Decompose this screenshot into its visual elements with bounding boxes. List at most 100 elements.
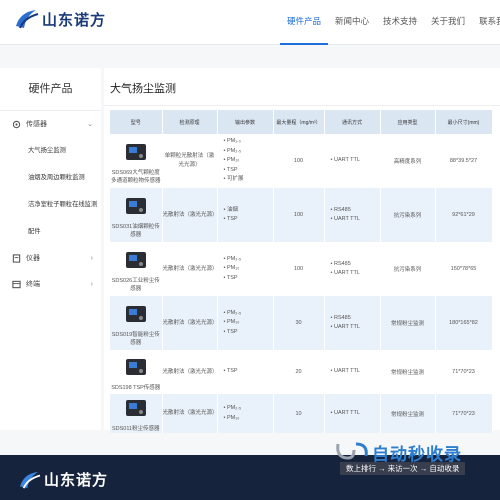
product-image[interactable] [122,394,150,422]
cell-app: 常规粉尘监测 [380,350,436,394]
product-sidebar: 硬件产品 传感器 ⌄ 大气扬尘监测 油烟及周边颗粒监测 洁净室粒子颗粒在线监测 … [0,68,101,430]
nav-contact[interactable]: 联系我们 [472,0,500,45]
cell-principle: 光散射法（激光光源） [162,242,218,296]
brand-logo[interactable]: 山东诺方 [14,8,106,30]
product-content: 大气扬尘监测 型号 检测原理 输出参数 最大量程（mg/m³） 通讯方式 应用类… [104,68,500,433]
output-param: PM₁₀ [224,264,273,274]
cell-outputs: PM₂.₅PM₁₀TSP [217,242,274,296]
cell-outputs: PM₂.₅PM₁₀TSP [217,296,274,350]
footer-logo[interactable]: 山东诺方 [18,469,108,490]
output-param: TSP [224,166,273,176]
cell-model: SDS026工业粉尘传感器 [110,242,163,296]
col-app: 应用类型 [380,110,436,134]
product-table: 型号 检测原理 输出参数 最大量程（mg/m³） 通讯方式 应用类型 最小尺寸(… [110,110,493,433]
col-size: 最小尺寸(mm) [435,110,493,134]
table-header-row: 型号 检测原理 输出参数 最大量程（mg/m³） 通讯方式 应用类型 最小尺寸(… [110,110,493,134]
cell-range: 30 [273,296,325,350]
category-terminal-label: 终端 [26,281,40,288]
col-comm: 通讯方式 [324,110,381,134]
sidebar-item-dust[interactable]: 大气扬尘监测 [0,137,101,164]
comm-item: UART TTL [331,156,380,166]
sensor-icon [12,120,21,129]
model-name[interactable]: SDS011粉尘传感器 [112,425,160,433]
nav-hardware[interactable]: 硬件产品 [280,0,329,45]
comm-item: UART TTL [331,269,380,279]
cell-outputs: PM₂.₅PM₁₀ [217,394,274,433]
cell-comm: UART TTL [324,394,381,433]
brand-swoosh-icon [16,10,39,29]
output-param: TSP [224,328,273,338]
product-image[interactable] [122,138,150,166]
cell-size: 88*39.5*27 [435,134,493,188]
chevron-right-icon: › [90,254,93,262]
cell-app: 抗污染系列 [380,188,436,242]
table-row[interactable]: SDS011粉尘传感器光散射法（激光光源）PM₂.₅PM₁₀10UART TTL… [110,394,493,433]
cell-principle: 单颗粒光散射法（激光光源） [162,134,218,188]
chevron-right-icon: › [90,280,93,288]
terminal-icon [12,280,21,289]
model-name[interactable]: SDS026工业粉尘传感器 [110,277,162,293]
cell-size: 180*165*82 [435,296,493,350]
instrument-icon [12,253,21,263]
site-header: 山东诺方 硬件产品 新闻中心 技术支持 关于我们 联系我们 [0,0,500,45]
comm-item: RS485 [331,314,380,324]
chevron-down-icon: ⌄ [87,121,93,128]
table-row[interactable]: SDS031油烟颗粒传感器光散射法（激光光源）油烟TSP100RS485UART… [110,188,493,242]
model-name[interactable]: SDS019智能粉尘传感器 [110,331,162,347]
product-image[interactable] [122,192,150,220]
output-param: PM₂.₅ [224,404,273,414]
output-param: PM₂.₅ [224,147,273,157]
nav-news[interactable]: 新闻中心 [328,0,376,45]
output-param: PM₁.₀ [224,137,273,147]
comm-item: UART TTL [331,215,380,225]
cell-model: SDS011粉尘传感器 [110,394,163,433]
cell-principle: 光散射法（激光光源） [162,296,218,350]
col-outputs: 输出参数 [217,110,274,134]
cell-comm: UART TTL [324,134,381,188]
comm-item: RS485 [331,260,380,270]
table-row[interactable]: SDS026工业粉尘传感器光散射法（激光光源）PM₂.₅PM₁₀TSP100RS… [110,242,493,296]
output-param: PM₁₀ [224,156,273,166]
model-name[interactable]: SDS198 TSP传感器 [111,384,160,392]
cell-range: 100 [273,242,325,296]
table-row[interactable]: SDS019智能粉尘传感器光散射法（激光光源）PM₂.₅PM₁₀TSP30RS4… [110,296,493,350]
cell-outputs: TSP [217,350,274,394]
nav-about[interactable]: 关于我们 [424,0,472,45]
sidebar-item-accessory[interactable]: 配件 [0,218,101,245]
product-image[interactable] [122,300,150,328]
cell-range: 20 [273,350,325,394]
cell-model: SDS019智能粉尘传感器 [110,296,163,350]
sidebar-item-cleanroom[interactable]: 洁净室粒子颗粒在线监测 [0,191,101,218]
category-instrument[interactable]: 仪器 › [0,245,101,271]
output-param: 油烟 [224,206,273,216]
footer-brand-name: 山东诺方 [44,472,109,489]
cell-principle: 光散射法（激光光源） [162,188,218,242]
output-param: PM₂.₅ [224,309,273,319]
model-name[interactable]: SDS031油烟颗粒传感器 [110,223,162,239]
output-param: PM₁₀ [224,414,273,424]
cell-model: SDS069大气颗粒度多通道颗粒物传感器 [110,134,163,188]
cell-size: 71*70*23 [435,394,493,433]
page-title: 大气扬尘监测 [104,68,500,106]
output-param: 可扩展 [224,175,273,185]
col-principle: 检测原理 [162,110,218,134]
sidebar-item-oil-fume[interactable]: 油烟及周边颗粒监测 [0,164,101,191]
cell-principle: 光散射法（激光光源） [162,350,218,394]
cell-range: 100 [273,188,325,242]
cell-comm: RS485UART TTL [324,296,381,350]
cell-range: 10 [273,394,325,433]
output-param: TSP [224,274,273,284]
output-param: PM₁₀ [224,318,273,328]
category-sensor[interactable]: 传感器 ⌄ [0,111,101,137]
model-name[interactable]: SDS069大气颗粒度多通道颗粒物传感器 [110,169,162,185]
product-image[interactable] [122,353,150,381]
product-image[interactable] [122,246,150,274]
sidebar-title: 硬件产品 [0,68,101,111]
table-row[interactable]: SDS069大气颗粒度多通道颗粒物传感器单颗粒光散射法（激光光源）PM₁.₀PM… [110,134,493,188]
cell-comm: RS485UART TTL [324,188,381,242]
cell-comm: RS485UART TTL [324,242,381,296]
category-terminal[interactable]: 终端 › [0,271,101,297]
cell-app: 抗污染系列 [380,242,436,296]
table-row[interactable]: SDS198 TSP传感器光散射法（激光光源） TSP20 UART TTL常规粉尘… [110,350,493,394]
nav-support[interactable]: 技术支持 [376,0,424,45]
